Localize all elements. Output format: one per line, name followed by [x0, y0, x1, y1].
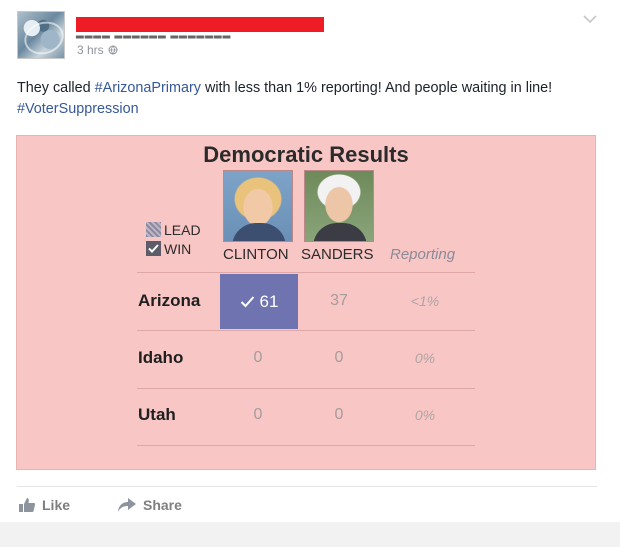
timestamp-label[interactable]: 3 hrs — [77, 43, 104, 57]
share-icon — [118, 498, 136, 512]
divider — [137, 330, 475, 331]
globe-icon — [108, 45, 118, 55]
results-title: Democratic Results — [203, 142, 409, 167]
reporting-value: 0% — [414, 407, 436, 423]
lead-swatch-icon — [146, 222, 161, 237]
sanders-value: 0 — [334, 349, 344, 366]
redacted-author-name — [76, 17, 324, 32]
clinton-value: 0 — [253, 349, 263, 366]
divider — [137, 272, 475, 273]
chevron-down-icon[interactable] — [583, 14, 597, 24]
check-icon — [240, 296, 254, 308]
clinton-value: 0 — [253, 406, 263, 423]
actions-divider — [17, 486, 597, 487]
sanders-value: 0 — [334, 406, 344, 423]
divider — [137, 388, 475, 389]
post-text-part: They called — [17, 80, 95, 96]
clinton-value: 61 — [259, 291, 279, 311]
reporting-value: <1% — [410, 293, 440, 309]
share-button[interactable]: Share — [117, 497, 182, 513]
legend: LEAD WIN — [146, 220, 201, 258]
sanders-value: 37 — [330, 292, 348, 309]
footer-strip — [0, 522, 620, 547]
state-name: Arizona — [138, 291, 201, 310]
hashtag-link[interactable]: #VoterSuppression — [17, 101, 139, 117]
state-name: Idaho — [138, 348, 184, 367]
post-text-part: with less than 1% reporting! And people … — [200, 80, 553, 96]
state-name: Utah — [138, 405, 176, 424]
share-label[interactable]: Share — [143, 497, 182, 513]
sanders-photo — [304, 170, 374, 242]
legend-win-label: WIN — [164, 240, 192, 257]
like-label[interactable]: Like — [42, 497, 70, 513]
profile-avatar[interactable] — [17, 11, 65, 59]
reporting-value: 0% — [414, 350, 436, 366]
column-header-clinton: CLINTON — [223, 246, 289, 263]
like-icon — [19, 498, 36, 512]
winner-cell: 61 — [220, 274, 298, 329]
win-swatch-icon — [146, 241, 161, 256]
legend-lead-label: LEAD — [164, 221, 201, 238]
clinton-photo — [223, 170, 293, 242]
like-button[interactable]: Like — [18, 497, 70, 513]
hashtag-link[interactable]: #ArizonaPrimary — [95, 80, 201, 96]
column-header-reporting: Reporting — [390, 246, 456, 263]
column-header-sanders: SANDERS — [301, 246, 374, 263]
post-timestamp[interactable]: 3 hrs — [77, 43, 118, 57]
post-text: They called #ArizonaPrimary with less th… — [17, 78, 602, 120]
facebook-post: ▂▂▂▂ ▂▂▂▂▂▂ ▂▂▂▂▂▂▂ 3 hrs They called #A… — [0, 0, 620, 547]
divider — [137, 445, 475, 446]
